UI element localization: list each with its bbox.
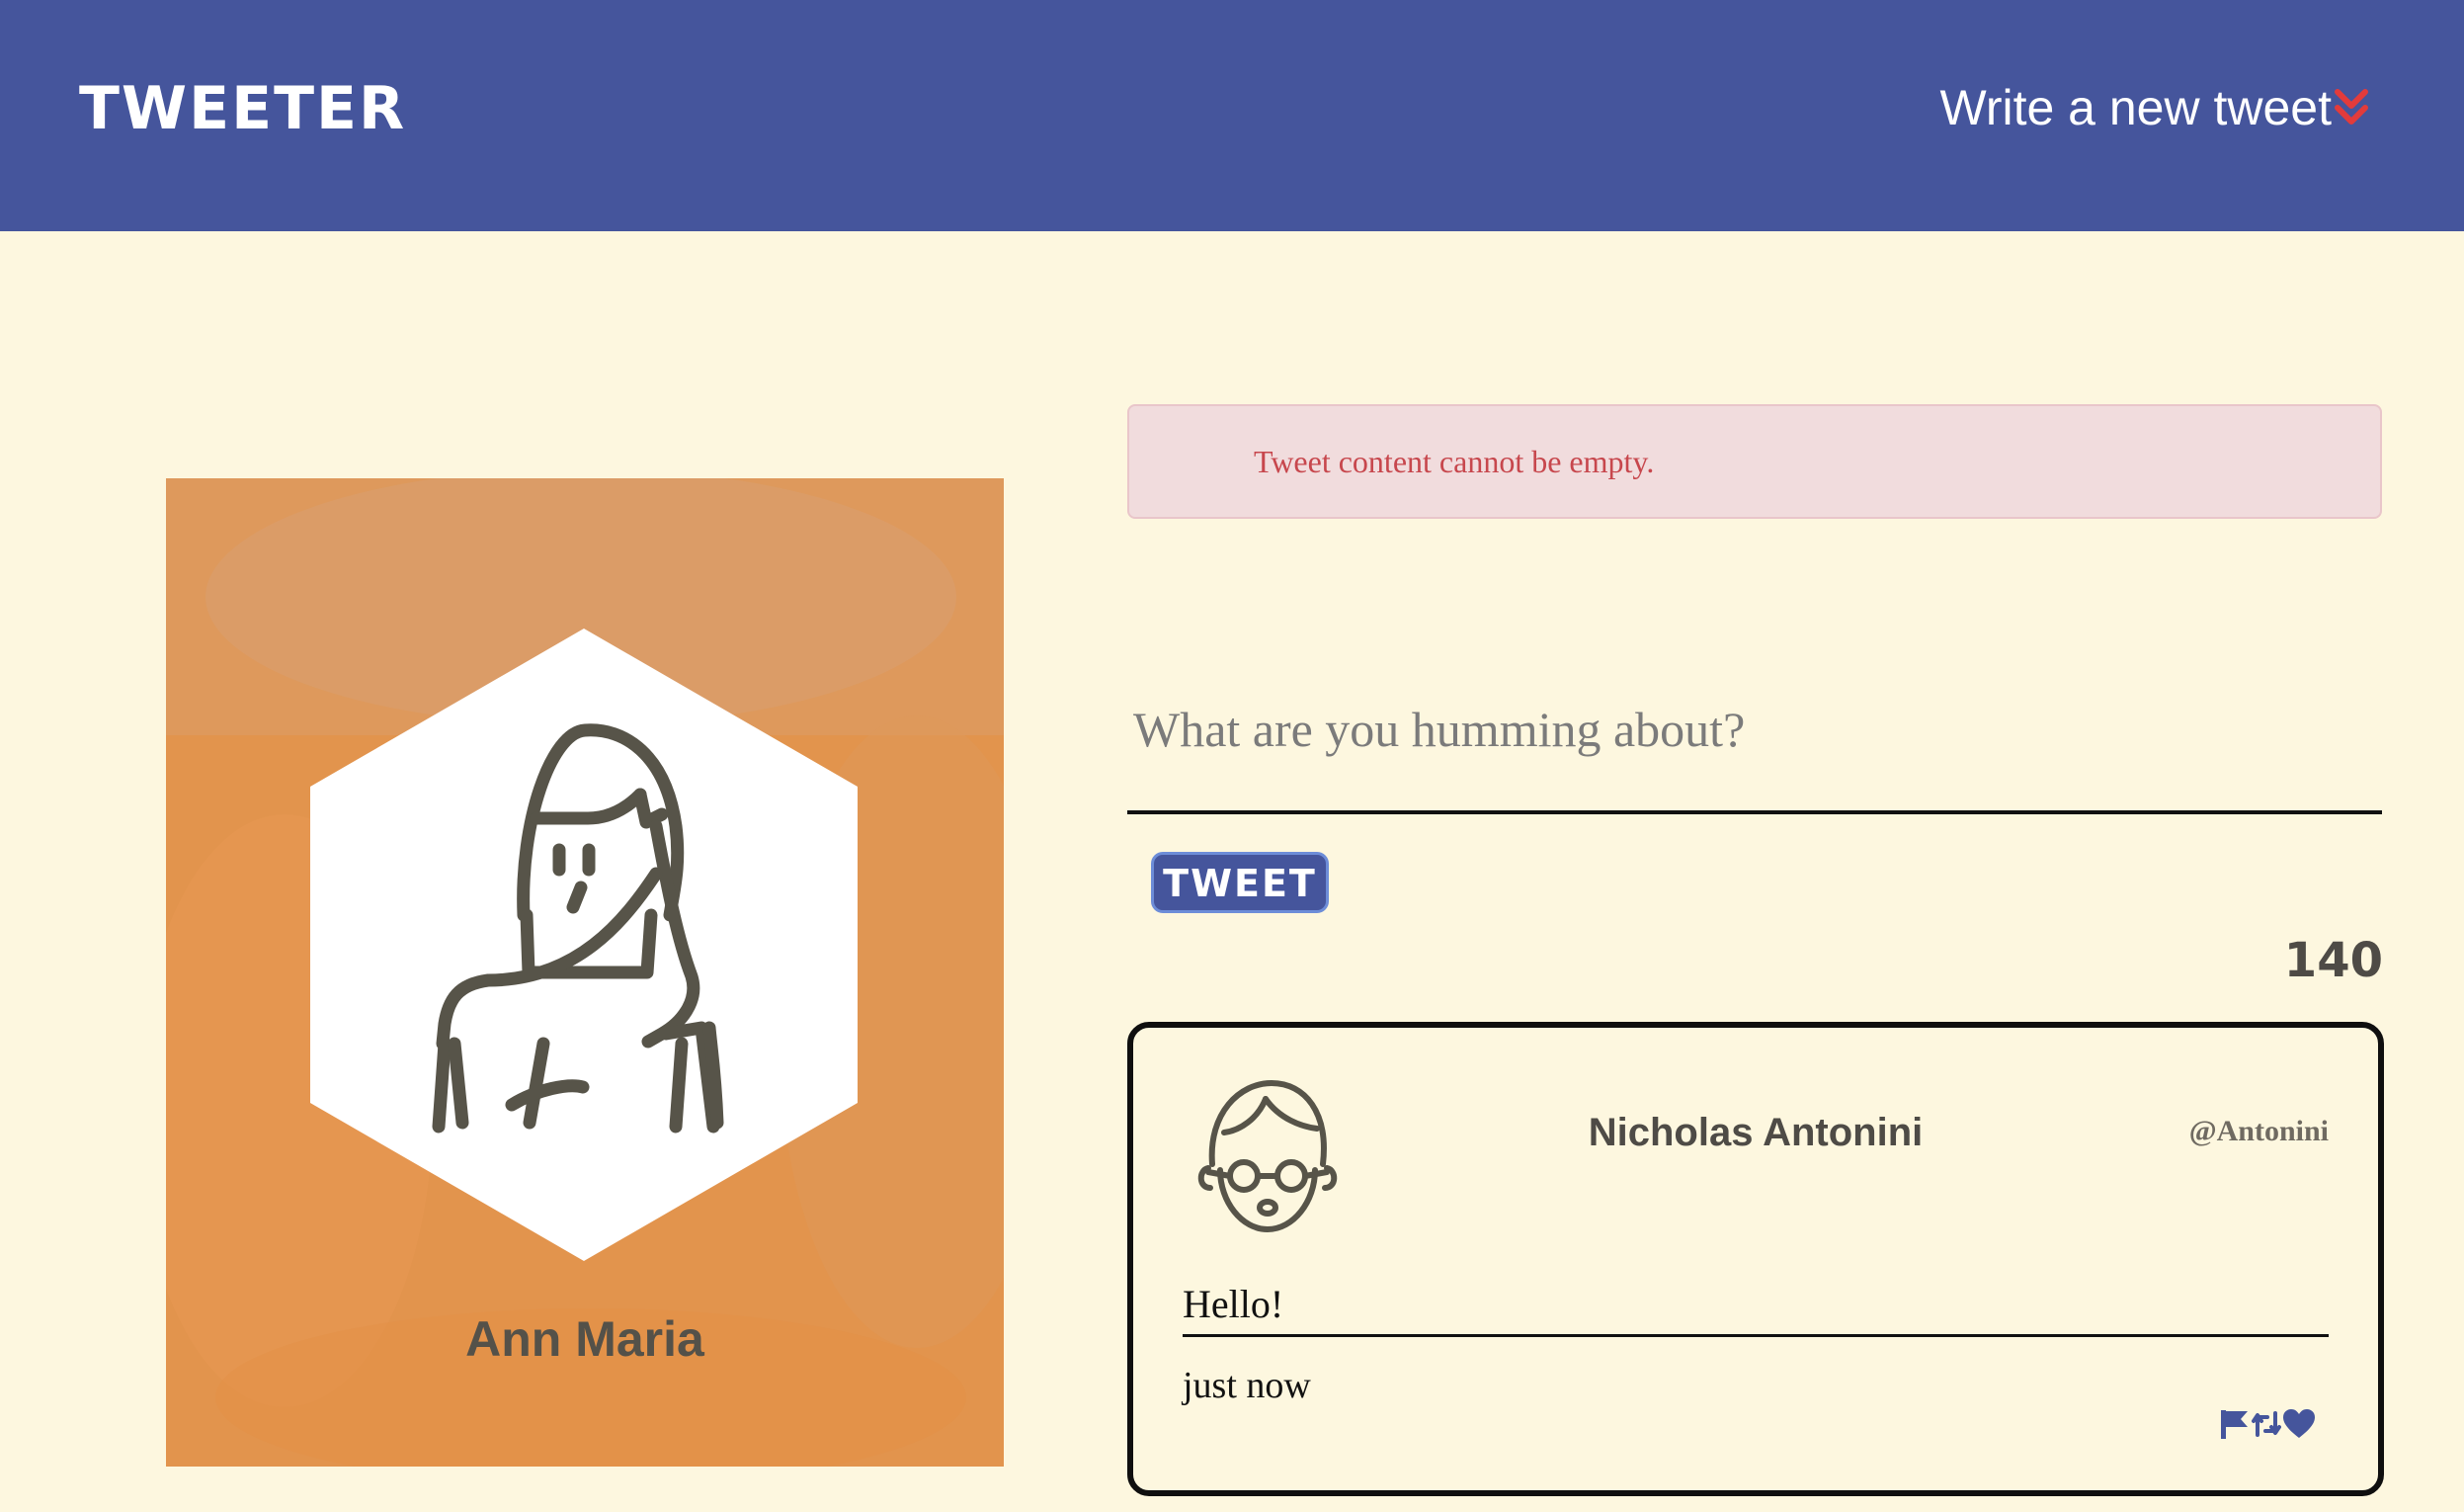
tweet-content: Hello! — [1183, 1275, 2329, 1337]
flag-icon[interactable] — [2218, 1407, 2252, 1445]
error-message: Tweet content cannot be empty. — [1254, 444, 1655, 479]
retweet-icon[interactable] — [2252, 1407, 2281, 1445]
error-alert: Tweet content cannot be empty. — [1127, 404, 2382, 519]
brand-logo[interactable]: TWEETER — [79, 71, 406, 146]
heart-icon[interactable] — [2281, 1407, 2317, 1445]
tweet-actions — [2218, 1407, 2317, 1445]
top-nav: TWEETER Write a new tweet — [0, 0, 2464, 231]
tweet-card: Nicholas Antonini @Antonini Hello! just … — [1127, 1022, 2384, 1496]
tweet-text-input[interactable] — [1127, 682, 2382, 814]
tweet-submit-button[interactable]: TWEET — [1151, 852, 1329, 913]
profile-name: Ann Maria — [465, 1311, 704, 1367]
man-glasses-avatar-icon — [1191, 1073, 1339, 1241]
tweet-timestamp: just now — [1183, 1365, 1311, 1406]
double-chevron-down-icon[interactable] — [2334, 86, 2369, 129]
woman-avatar-icon — [310, 629, 858, 1261]
profile-card: Ann Maria — [166, 478, 1004, 1467]
write-new-tweet-label[interactable]: Write a new tweet — [1940, 77, 2332, 138]
tweet-author-handle: @Antonini — [2188, 1115, 2329, 1147]
write-new-tweet-toggle[interactable]: Write a new tweet — [1940, 77, 2369, 138]
char-counter: 140 — [2283, 933, 2383, 988]
